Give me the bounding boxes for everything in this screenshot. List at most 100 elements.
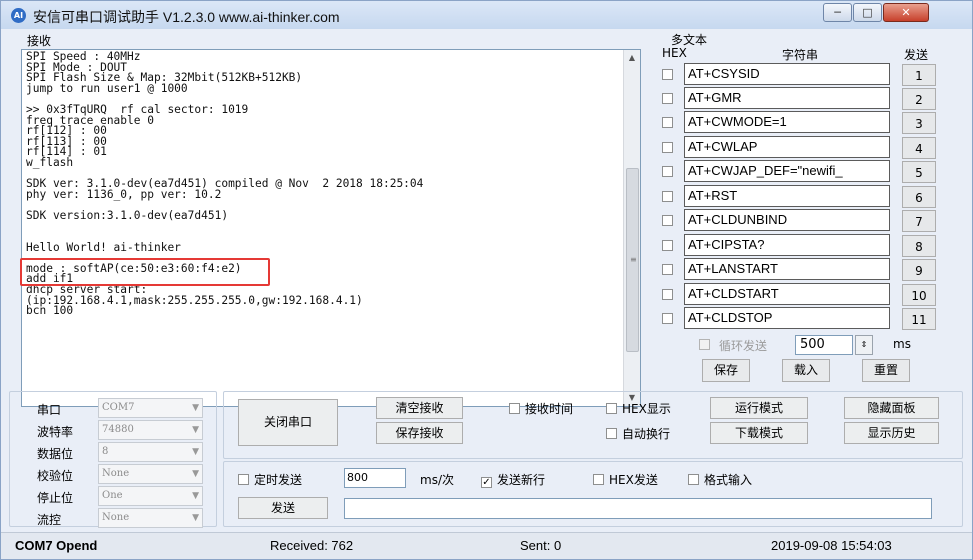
close-port-button[interactable]: 关闭串口: [238, 399, 338, 446]
send-command-button[interactable]: 7: [902, 210, 936, 232]
timed-send-label: 定时发送: [254, 473, 303, 487]
hex-checkbox[interactable]: [662, 240, 673, 251]
stopbits-select[interactable]: One ▼: [98, 486, 203, 506]
multi-text-group: 多文本 HEX 字符串 发送 AT+CSYSID 1 AT+GMR 2 AT+C…: [659, 30, 969, 385]
send-command-button[interactable]: 9: [902, 259, 936, 281]
send-command-button[interactable]: 10: [902, 284, 936, 306]
command-input[interactable]: AT+RST: [684, 185, 890, 207]
command-row: AT+CSYSID 1: [662, 63, 966, 86]
parity-select[interactable]: None ▼: [98, 464, 203, 484]
load-button[interactable]: 载入: [782, 359, 830, 382]
hex-display-label: HEX显示: [622, 402, 671, 416]
flow-control-select[interactable]: None ▼: [98, 508, 203, 528]
scroll-up-arrow-icon[interactable]: ▲: [624, 50, 640, 66]
send-command-button[interactable]: 1: [902, 64, 936, 86]
select-value: 8: [102, 446, 109, 457]
window-title: 安信可串口调试助手 V1.2.3.0 www.ai-thinker.com: [33, 9, 340, 25]
command-input[interactable]: AT+CWJAP_DEF="newifi_: [684, 160, 890, 182]
send-command-button[interactable]: 11: [902, 308, 936, 330]
save-receive-button[interactable]: 保存接收: [376, 422, 463, 444]
send-command-button[interactable]: 2: [902, 88, 936, 110]
checkbox-icon: [688, 474, 699, 485]
sent-count: Sent: 0: [520, 538, 562, 553]
receive-textarea[interactable]: SPI Speed : 40MHz SPI Mode : DOUT SPI Fl…: [20, 49, 641, 407]
checkbox-icon: [606, 403, 617, 414]
hex-send-checkbox[interactable]: HEX发送: [593, 471, 658, 488]
command-input[interactable]: AT+CWLAP: [684, 136, 890, 158]
hex-checkbox[interactable]: [662, 166, 673, 177]
select-value: 74880: [102, 424, 134, 435]
hex-checkbox[interactable]: [662, 69, 673, 80]
timer-interval-input[interactable]: 800: [344, 468, 406, 488]
chevron-down-icon: ▼: [192, 403, 199, 413]
send-command-button[interactable]: 3: [902, 112, 936, 134]
send-newline-checkbox[interactable]: ✓ 发送新行: [481, 471, 545, 488]
loop-send-label: 循环发送: [719, 339, 768, 353]
receive-scrollbar[interactable]: ▲ ≡ ▼: [623, 50, 640, 406]
receive-time-label: 接收时间: [525, 402, 574, 416]
port-setting-row: 校验位 None ▼: [10, 464, 218, 484]
command-input[interactable]: AT+CSYSID: [684, 63, 890, 85]
hex-checkbox[interactable]: [662, 93, 673, 104]
command-input[interactable]: AT+CLDUNBIND: [684, 209, 890, 231]
command-input[interactable]: AT+LANSTART: [684, 258, 890, 280]
hex-checkbox[interactable]: [662, 191, 673, 202]
loop-send-checkbox[interactable]: [699, 339, 710, 350]
send-command-button[interactable]: 5: [902, 161, 936, 183]
maximize-button[interactable]: □: [853, 3, 882, 22]
timed-send-checkbox[interactable]: 定时发送: [238, 471, 302, 488]
hex-checkbox[interactable]: [662, 264, 673, 275]
command-row: AT+GMR 2: [662, 87, 966, 110]
hex-checkbox[interactable]: [662, 142, 673, 153]
command-row: AT+CLDSTOP 11: [662, 307, 966, 330]
chevron-down-icon: ▼: [192, 425, 199, 435]
port-setting-row: 数据位 8 ▼: [10, 442, 218, 462]
title-bar: AI 安信可串口调试助手 V1.2.3.0 www.ai-thinker.com…: [1, 1, 972, 29]
save-button[interactable]: 保存: [702, 359, 750, 382]
run-mode-button[interactable]: 运行模式: [710, 397, 808, 419]
port-setting-row: 波特率 74880 ▼: [10, 420, 218, 440]
format-input-checkbox[interactable]: 格式输入: [688, 471, 752, 488]
send-command-button[interactable]: 4: [902, 137, 936, 159]
command-input[interactable]: AT+CWMODE=1: [684, 111, 890, 133]
close-button[interactable]: ✕: [883, 3, 929, 22]
setting-label: 校验位: [37, 469, 74, 483]
hex-display-checkbox[interactable]: HEX显示: [606, 400, 671, 417]
databits-select[interactable]: 8 ▼: [98, 442, 203, 462]
command-row: AT+CWMODE=1 3: [662, 111, 966, 134]
hex-checkbox[interactable]: [662, 117, 673, 128]
send-command-button[interactable]: 8: [902, 235, 936, 257]
clear-receive-button[interactable]: 清空接收: [376, 397, 463, 419]
download-mode-button[interactable]: 下载模式: [710, 422, 808, 444]
reset-button[interactable]: 重置: [862, 359, 910, 382]
command-input[interactable]: AT+CLDSTART: [684, 283, 890, 305]
auto-newline-checkbox[interactable]: 自动换行: [606, 425, 670, 442]
send-text-input[interactable]: [344, 498, 932, 519]
baud-select[interactable]: 74880 ▼: [98, 420, 203, 440]
highlight-annotation: [20, 258, 270, 286]
minimize-button[interactable]: ─: [823, 3, 852, 22]
send-button[interactable]: 发送: [238, 497, 328, 519]
send-panel: 定时发送 800 ms/次 ✓ 发送新行 HEX发送 格式输入 发送: [223, 461, 963, 527]
receive-group: 接收 SPI Speed : 40MHz SPI Mode : DOUT SPI…: [15, 32, 652, 407]
checkbox-icon: [606, 428, 617, 439]
scroll-thumb[interactable]: ≡: [626, 168, 639, 352]
hex-checkbox[interactable]: [662, 215, 673, 226]
command-row: AT+LANSTART 9: [662, 258, 966, 281]
show-history-button[interactable]: 显示历史: [844, 422, 939, 444]
hide-panel-button[interactable]: 隐藏面板: [844, 397, 939, 419]
command-input[interactable]: AT+CIPSTA?: [684, 234, 890, 256]
port-select[interactable]: COM7 ▼: [98, 398, 203, 418]
send-command-button[interactable]: 6: [902, 186, 936, 208]
status-time: 2019-09-08 15:54:03: [771, 538, 892, 553]
loop-interval-input[interactable]: 500: [795, 335, 853, 355]
send-column-header: 发送: [904, 48, 929, 62]
hex-checkbox[interactable]: [662, 313, 673, 324]
receive-time-checkbox[interactable]: 接收时间: [509, 400, 573, 417]
spinner-icon[interactable]: ⇕: [855, 335, 873, 355]
checkmark-icon: ✓: [481, 477, 492, 488]
select-value: None: [102, 512, 130, 523]
command-input[interactable]: AT+GMR: [684, 87, 890, 109]
command-input[interactable]: AT+CLDSTOP: [684, 307, 890, 329]
hex-checkbox[interactable]: [662, 289, 673, 300]
